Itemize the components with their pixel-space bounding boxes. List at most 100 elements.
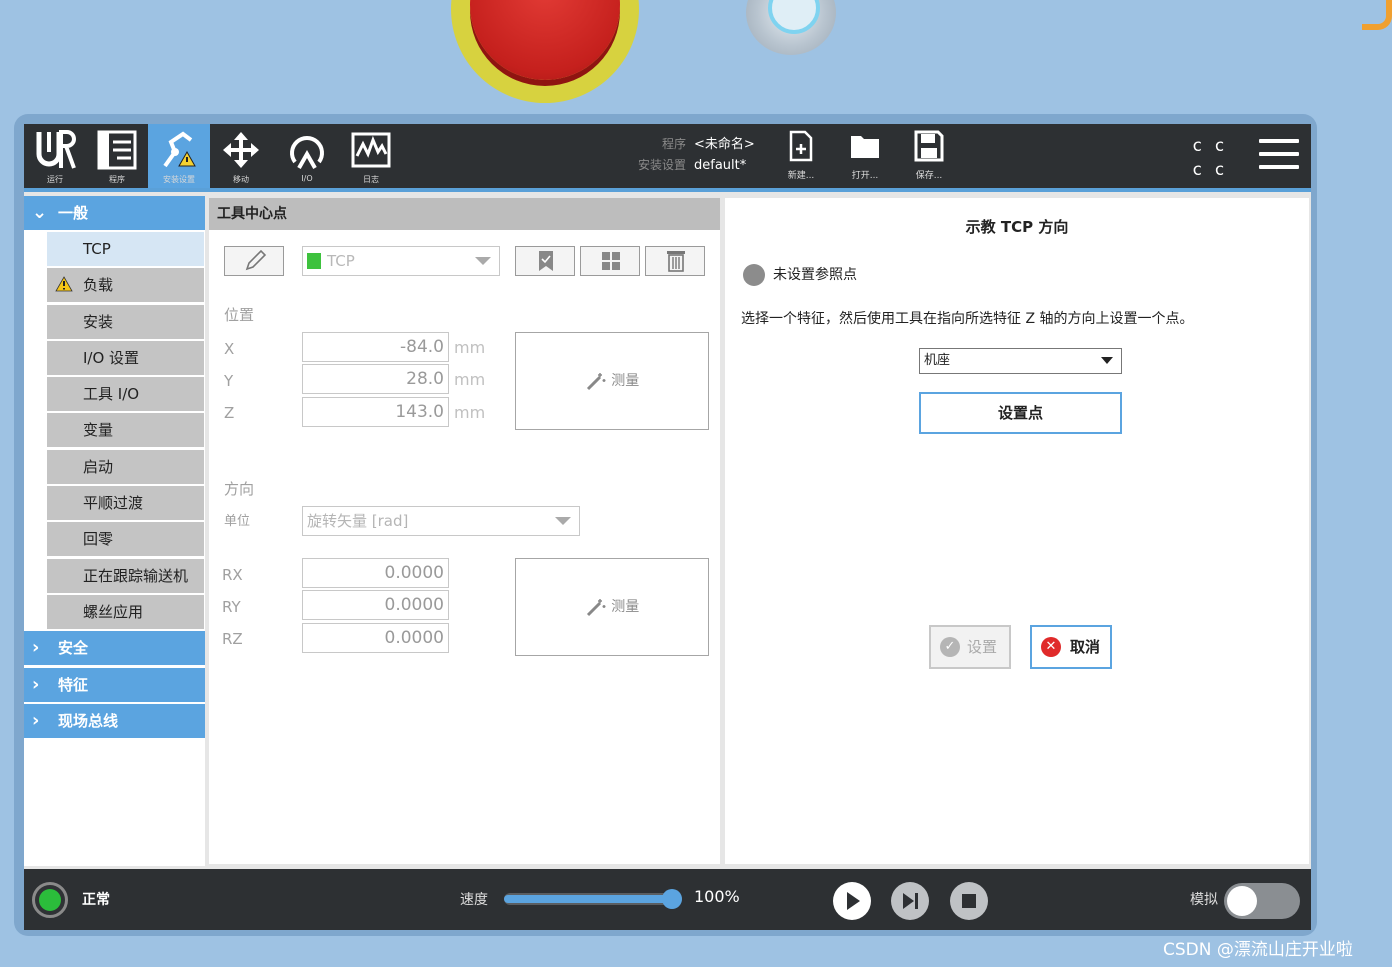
robot-status-button[interactable]: [32, 882, 68, 918]
nav-log[interactable]: 日志: [340, 124, 402, 188]
watermark-text: CSDN @漂流山庄开业啦: [1163, 940, 1353, 960]
tcp-select-value: TCP: [327, 252, 355, 270]
speed-slider[interactable]: [504, 889, 682, 909]
sidebar-section-label: 现场总线: [58, 711, 119, 730]
chevron-right-icon: ›: [32, 709, 40, 731]
set-point-button[interactable]: 设置点: [919, 392, 1122, 434]
topbar-accent-line: [24, 188, 1311, 192]
sidebar-item-label: 安装: [83, 312, 114, 331]
sidebar-group-general-label: 一般: [58, 204, 89, 222]
save-label: 保存...: [915, 171, 943, 181]
new-button[interactable]: 新建...: [776, 130, 826, 181]
delete-tcp-button[interactable]: [645, 246, 705, 276]
speed-label: 速度: [460, 892, 488, 908]
sidebar-group-general[interactable]: ⌄ 一般: [24, 196, 205, 230]
magic-wand-icon: [586, 599, 606, 617]
nav-installation[interactable]: 安装设置: [148, 124, 210, 188]
simulation-toggle[interactable]: [1224, 883, 1300, 919]
program-info: 程序 <未命名> 安装设置 default*: [624, 134, 755, 176]
chevron-right-icon: ›: [32, 673, 40, 695]
nav-io[interactable]: I/O: [276, 124, 338, 188]
measure-orientation-button[interactable]: 测量: [515, 558, 709, 656]
sidebar-section-fieldbus[interactable]: › 现场总线: [24, 703, 205, 738]
play-button[interactable]: [832, 881, 872, 921]
check-icon: ✓: [940, 637, 960, 657]
stop-button[interactable]: [949, 881, 989, 921]
folder-icon: [851, 136, 879, 158]
feature-select-value: 机座: [924, 353, 951, 368]
speed-slider-fill: [504, 895, 672, 903]
save-button[interactable]: 保存...: [904, 130, 954, 181]
bookmark-icon: [539, 251, 553, 271]
rotation-unit-select[interactable]: 旋转矢量 [rad]: [302, 506, 580, 536]
hamburger-menu-icon[interactable]: [1259, 139, 1299, 171]
y-field[interactable]: 28.0: [302, 364, 449, 394]
ry-field[interactable]: 0.0000: [302, 590, 449, 620]
ur-logo-button[interactable]: 运行: [24, 124, 86, 188]
teach-orientation-panel: 示教 TCP 方向 未设置参照点 选择一个特征，然后使用工具在指向所选特征 Z …: [725, 198, 1309, 864]
y-unit: mm: [454, 370, 486, 389]
installation-key: 安装设置: [637, 158, 686, 172]
sidebar-item-smooth-transition[interactable]: 平顺过渡: [47, 486, 204, 521]
sidebar-item-label: I/O 设置: [83, 348, 140, 367]
chevron-down-icon: ⌄: [32, 202, 48, 223]
sidebar-item-mounting[interactable]: 安装: [47, 304, 204, 339]
rx-field[interactable]: 0.0000: [302, 558, 449, 588]
nav-installation-label: 安装设置: [163, 175, 195, 184]
sidebar-section-label: 特征: [58, 675, 89, 694]
cancel-button-label: 取消: [1070, 638, 1101, 656]
program-icon: [97, 130, 137, 170]
chevron-down-icon: [555, 517, 571, 525]
sidebar-item-conveyor-tracking[interactable]: 正在跟踪输送机: [47, 558, 204, 593]
sidebar-item-tool-io[interactable]: 工具 I/O: [47, 377, 204, 412]
cancel-button[interactable]: ✕ 取消: [1030, 625, 1112, 669]
add-tcp-button[interactable]: [580, 246, 640, 276]
z-field[interactable]: 143.0: [302, 397, 449, 427]
program-key: 程序: [661, 137, 686, 151]
position-label: 位置: [224, 306, 255, 324]
sidebar-item-label: 回零: [83, 530, 114, 549]
add-grid-icon: [602, 252, 620, 270]
set-button-label: 设置: [967, 638, 998, 656]
sidebar-section-features[interactable]: › 特征: [24, 667, 205, 702]
open-button[interactable]: 打开...: [840, 130, 890, 181]
floppy-disk-icon: [914, 130, 944, 162]
sidebar-item-label: 正在跟踪输送机: [83, 566, 189, 585]
feature-select[interactable]: 机座: [919, 348, 1122, 374]
reference-status-dot: [743, 264, 765, 286]
sidebar-item-io-setup[interactable]: I/O 设置: [47, 340, 204, 375]
nav-move-label: 移动: [233, 175, 249, 184]
sidebar-item-payload[interactable]: 负载: [47, 268, 204, 303]
speed-value: 100%: [694, 887, 740, 906]
installation-icon: [163, 131, 196, 168]
set-button[interactable]: ✓ 设置: [929, 625, 1011, 669]
chevron-right-icon: ›: [32, 637, 40, 659]
sidebar-item-label: 变量: [83, 421, 114, 440]
step-button[interactable]: [890, 881, 930, 921]
set-default-tcp-button[interactable]: [515, 246, 575, 276]
sidebar-item-home[interactable]: 回零: [47, 522, 204, 557]
speed-slider-handle[interactable]: [662, 889, 682, 909]
pencil-icon: [245, 249, 267, 271]
nav-program[interactable]: 程序: [86, 124, 148, 188]
measure-position-button[interactable]: 测量: [515, 332, 709, 430]
power-button[interactable]: [746, 0, 836, 55]
sidebar-item-startup[interactable]: 启动: [47, 449, 204, 484]
rx-label: RX: [222, 566, 243, 584]
rz-label: RZ: [222, 630, 243, 648]
sidebar-item-tcp[interactable]: TCP: [47, 232, 204, 266]
sidebar-item-variables[interactable]: 变量: [47, 413, 204, 448]
rename-tcp-button[interactable]: [224, 246, 284, 276]
x-field[interactable]: -84.0: [302, 332, 449, 362]
open-label: 打开...: [851, 171, 879, 181]
nav-program-label: 程序: [109, 175, 125, 184]
chevron-down-icon: [1101, 357, 1113, 364]
sidebar-item-label: 启动: [83, 457, 114, 476]
nav-move[interactable]: 移动: [210, 124, 272, 188]
rz-field[interactable]: 0.0000: [302, 623, 449, 653]
sidebar-section-safety[interactable]: › 安全: [24, 631, 205, 666]
sidebar-item-screwdriving[interactable]: 螺丝应用: [47, 594, 204, 629]
tcp-select[interactable]: TCP: [302, 246, 500, 276]
program-name: <未命名>: [694, 137, 755, 152]
close-icon: ✕: [1041, 637, 1061, 657]
